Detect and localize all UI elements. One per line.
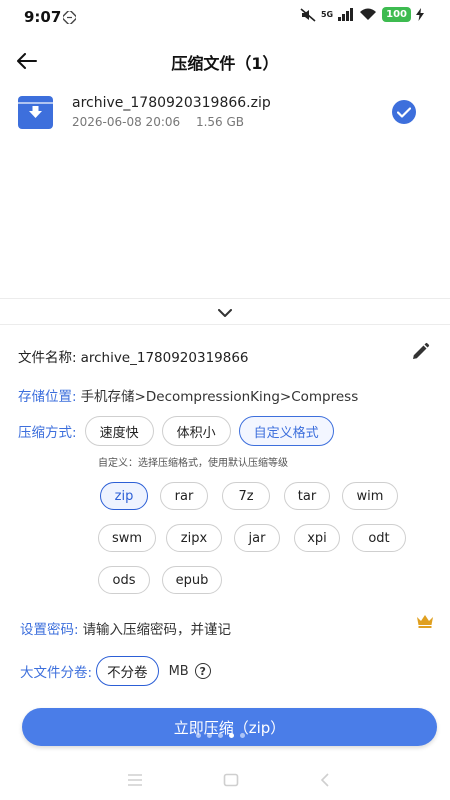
mode-option-fast[interactable]: 速度快 [84, 416, 154, 446]
format-option-7z[interactable]: 7z [222, 482, 270, 510]
divider [0, 298, 450, 299]
page-dot [218, 733, 223, 738]
mode-option-custom[interactable]: 自定义格式 [238, 416, 334, 446]
page-indicator [196, 733, 245, 738]
custom-mode-hint: 自定义：选择压缩格式，使用默认压缩等级 [98, 458, 288, 469]
file-name: archive_1780920319866.zip [72, 95, 271, 111]
format-option-swm[interactable]: swm [98, 524, 156, 552]
chevron-down-icon [218, 308, 232, 317]
check-icon [397, 106, 411, 118]
format-option-ods[interactable]: ods [98, 566, 150, 594]
format-option-odt[interactable]: odt [352, 524, 406, 552]
format-option-zip[interactable]: zip [100, 482, 148, 510]
format-option-zipx[interactable]: zipx [166, 524, 222, 552]
storage-location-field[interactable]: 存储位置: 手机存储>DecompressionKing>Compress [18, 385, 358, 405]
file-name-label: 文件名称: [18, 350, 77, 366]
notification-icon [63, 11, 76, 24]
status-indicators: 5G 100 [300, 7, 424, 22]
file-list-item[interactable]: archive_1780920319866.zip 2026-06-08 20:… [0, 94, 450, 140]
page-dot-active [229, 733, 234, 738]
storage-location-value: 手机存储>DecompressionKing>Compress [80, 389, 359, 405]
format-option-tar[interactable]: tar [284, 482, 330, 510]
format-option-rar[interactable]: rar [160, 482, 208, 510]
battery-badge: 100 [382, 7, 411, 22]
page-dot [240, 733, 245, 738]
crown-icon [417, 615, 433, 628]
app-bar: 压缩文件（1） [0, 40, 450, 82]
file-selected-checkbox[interactable] [392, 100, 416, 124]
status-time: 9:07 [24, 8, 62, 26]
password-field[interactable]: 设置密码: 请输入压缩密码，并谨记 [20, 618, 231, 638]
compress-now-button[interactable]: 立即压缩（zip） [22, 708, 437, 746]
pencil-icon[interactable] [410, 342, 430, 362]
nav-home-button[interactable] [220, 770, 242, 790]
password-label: 设置密码: [20, 622, 79, 638]
file-meta: 2026-06-08 20:06 1.56 GB [72, 115, 256, 129]
charging-icon [416, 8, 424, 21]
menu-icon [128, 774, 142, 786]
split-unit: MB [168, 663, 189, 679]
format-option-jar[interactable]: jar [234, 524, 280, 552]
file-name-field: 文件名称: archive_1780920319866 [18, 346, 249, 366]
wifi-icon [360, 8, 377, 20]
compression-mode-label: 压缩方式: [18, 425, 77, 441]
back-triangle-icon [320, 773, 329, 787]
network-type: 5G [320, 10, 334, 19]
page-dot [196, 733, 201, 738]
format-option-xpi[interactable]: xpi [294, 524, 340, 552]
system-nav-bar [0, 762, 450, 800]
format-option-wim[interactable]: wim [342, 482, 398, 510]
password-input[interactable]: 请输入压缩密码，并谨记 [83, 622, 232, 638]
file-date: 2026-06-08 20:06 [72, 115, 181, 129]
home-square-icon [223, 773, 239, 787]
collapse-button[interactable] [213, 305, 237, 321]
nav-menu-button[interactable] [124, 770, 146, 790]
page-title: 压缩文件（1） [171, 54, 279, 73]
divider [0, 324, 450, 325]
storage-location-label: 存储位置: [18, 389, 77, 405]
help-circle-icon[interactable]: ? [194, 663, 211, 679]
signal-icon [338, 8, 354, 21]
page-dot [207, 733, 212, 738]
mute-icon [300, 7, 316, 22]
mode-option-small[interactable]: 体积小 [161, 416, 231, 446]
split-volume-row: 大文件分卷: 不分卷 MB ? [20, 656, 211, 686]
split-volume-select[interactable]: 不分卷 [96, 656, 159, 686]
status-bar: 9:07 5G 100 [0, 0, 450, 34]
compression-mode-row: 压缩方式: 速度快 体积小 自定义格式 [18, 416, 342, 446]
split-volume-label: 大文件分卷: [20, 665, 93, 681]
file-size: 1.56 GB [195, 115, 245, 129]
archive-file-icon [18, 96, 53, 129]
file-name-value: archive_1780920319866 [80, 350, 249, 366]
nav-back-button[interactable] [314, 770, 336, 790]
format-option-epub[interactable]: epub [162, 566, 222, 594]
